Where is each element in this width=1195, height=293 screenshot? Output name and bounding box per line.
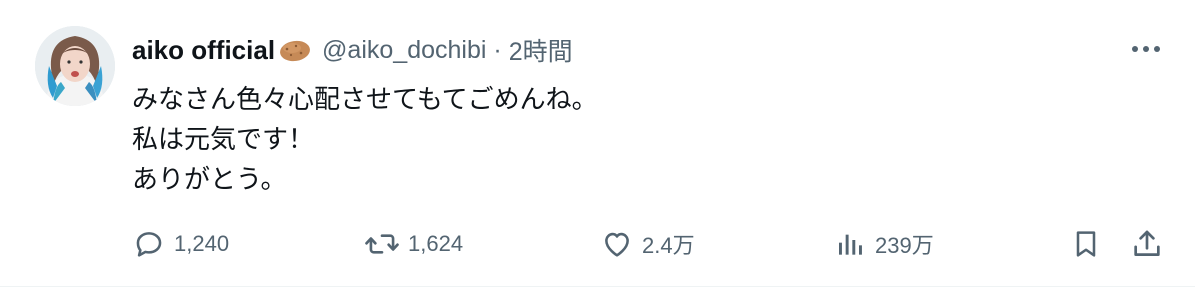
reply-icon — [136, 232, 162, 257]
heart-icon — [605, 232, 629, 257]
reply-button[interactable]: 1,240 — [132, 224, 229, 264]
tweet-text-line: ありがとう。 — [132, 165, 287, 195]
like-count: 2.4万 — [642, 233, 695, 258]
tweet-text-line: 私は元気です！ — [132, 125, 315, 155]
reply-count: 1,240 — [174, 231, 230, 256]
views-button[interactable]: 239万 — [835, 224, 934, 264]
avatar-image — [35, 26, 115, 106]
bookmark-button[interactable] — [1070, 224, 1102, 264]
header-separator: · — [493, 35, 502, 64]
tweet-text: みなさん色々心配させてもてごめんね。 私は元気です！ ありがとう。 — [132, 80, 598, 200]
retweet-count: 1,624 — [408, 231, 464, 256]
retweet-button[interactable]: 1,624 — [364, 224, 463, 264]
retweet-icon — [365, 234, 399, 254]
share-icon — [1134, 230, 1160, 256]
tweet-header: aiko official @aiko_dochibi · 2時間 — [132, 30, 573, 70]
bookmark-icon — [1076, 231, 1096, 257]
avatar[interactable] — [35, 26, 115, 106]
action-bar: 1,240 1,624 2.4万 239万 — [130, 224, 1170, 264]
timestamp[interactable]: 2時間 — [509, 32, 573, 68]
tweet-card[interactable]: aiko official @aiko_dochibi · 2時間 みなさん色々… — [0, 0, 1195, 293]
display-name[interactable]: aiko official — [132, 35, 275, 66]
divider — [0, 286, 1195, 287]
like-button[interactable]: 2.4万 — [600, 224, 695, 264]
user-handle[interactable]: @aiko_dochibi — [322, 36, 486, 65]
tweet-text-line: みなさん色々心配させてもてごめんね。 — [132, 85, 598, 115]
views-icon — [839, 234, 862, 255]
potato-icon — [278, 38, 312, 62]
views-count: 239万 — [875, 233, 934, 258]
share-button[interactable] — [1130, 224, 1164, 264]
more-dots-icon — [1132, 46, 1160, 52]
more-options-button[interactable] — [1129, 34, 1163, 64]
